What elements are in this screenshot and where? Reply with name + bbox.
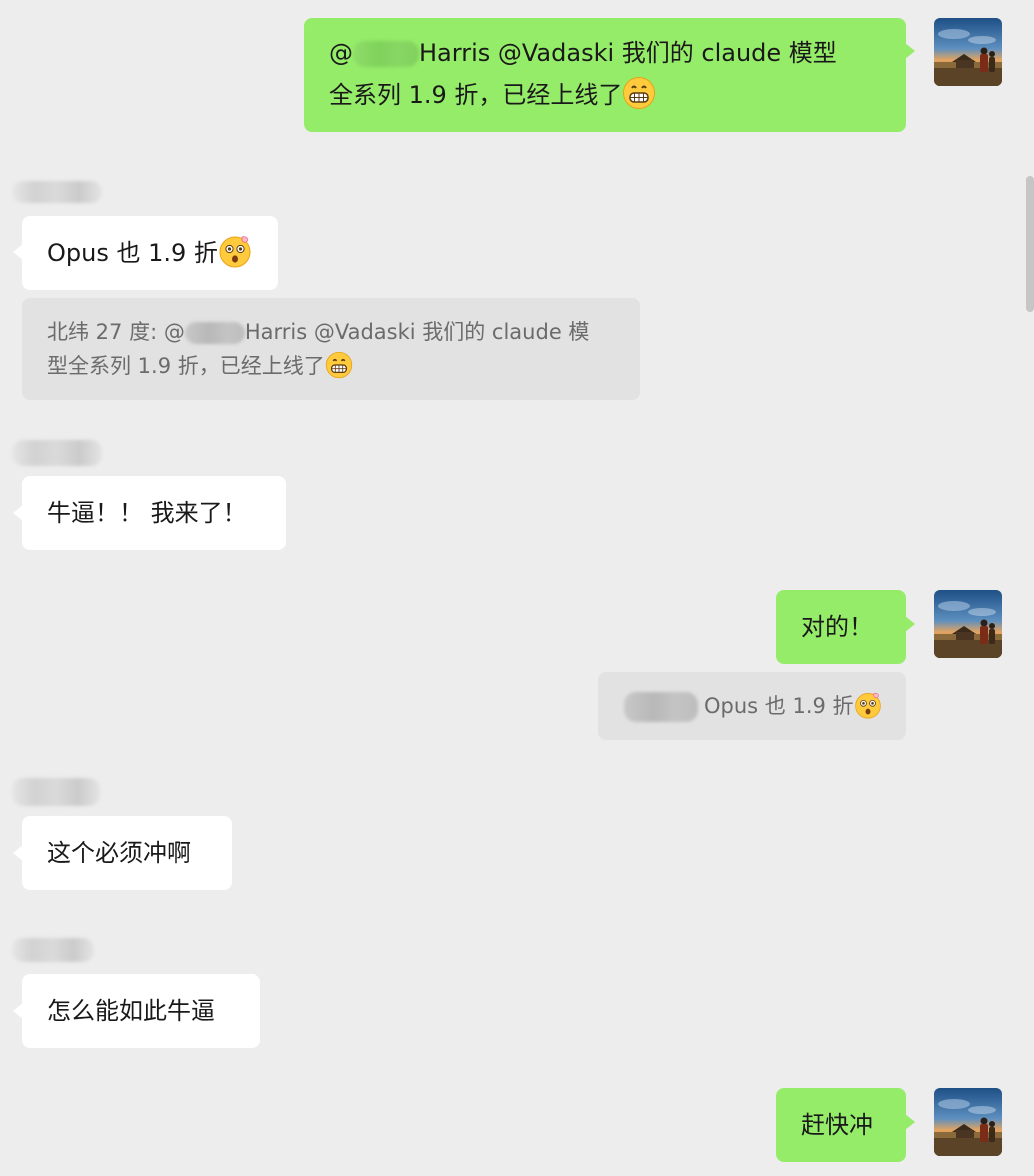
quote-text: 型全系列 1.9 折，已经上线了 xyxy=(47,354,325,378)
message-bubble[interactable]: 这个必须冲啊 xyxy=(22,816,232,890)
message-text: 全系列 1.9 折，已经上线了 xyxy=(329,81,623,109)
message-bubble[interactable]: 对的！ xyxy=(776,590,906,664)
grinning-face-emoji-icon xyxy=(325,351,353,379)
quote-sender: 北纬 27 度: @ xyxy=(47,320,185,344)
message-bubble[interactable]: @ Harris @Vadaski 我们的 claude 模型 全系列 1.9 折… xyxy=(304,18,906,132)
quoted-message[interactable]: Opus 也 1.9 折 xyxy=(598,672,906,740)
quote-text: Opus 也 1.9 折 xyxy=(704,694,854,718)
user-avatar[interactable] xyxy=(934,18,1002,86)
astonished-face-emoji-icon xyxy=(854,691,882,719)
message-text: 赶快冲 xyxy=(801,1111,873,1139)
bubble-tail xyxy=(905,1114,915,1130)
sender-name-redacted xyxy=(12,440,102,466)
message-bubble[interactable]: 赶快冲 xyxy=(776,1088,906,1162)
message-line: @ Harris @Vadaski 我们的 claude 模型 xyxy=(329,32,906,74)
user-avatar[interactable] xyxy=(934,590,1002,658)
quoted-message[interactable]: 北纬 27 度: @ Harris @Vadaski 我们的 claude 模 型… xyxy=(22,298,640,400)
redacted-name xyxy=(184,322,245,344)
quote-text: Harris @Vadaski 我们的 claude 模 xyxy=(244,320,590,344)
message-text: 对的！ xyxy=(801,613,873,641)
quote-line: 型全系列 1.9 折，已经上线了 xyxy=(47,349,640,383)
message-text: Opus 也 1.9 折 xyxy=(47,239,218,267)
astonished-face-emoji-icon xyxy=(218,234,252,268)
sender-name-redacted xyxy=(12,938,94,962)
message-bubble[interactable]: 怎么能如此牛逼 xyxy=(22,974,260,1048)
grinning-face-emoji-icon xyxy=(622,76,656,110)
sender-name-redacted xyxy=(12,778,100,806)
message-line: 全系列 1.9 折，已经上线了 xyxy=(329,74,906,116)
quote-line: 北纬 27 度: @ Harris @Vadaski 我们的 claude 模 xyxy=(47,315,640,349)
redacted-name xyxy=(624,692,698,722)
mention-prefix: @ xyxy=(329,39,353,67)
scrollbar[interactable] xyxy=(1026,176,1034,312)
bubble-tail xyxy=(905,616,915,632)
sender-name-redacted xyxy=(12,181,102,203)
message-text: 牛逼！！ 我来了！ xyxy=(47,499,247,527)
message-text: 怎么能如此牛逼 xyxy=(47,997,215,1025)
message-bubble[interactable]: Opus 也 1.9 折 xyxy=(22,216,278,290)
avatar-image xyxy=(934,18,1002,86)
user-avatar[interactable] xyxy=(934,1088,1002,1156)
redacted-name xyxy=(353,41,419,67)
message-bubble[interactable]: 牛逼！！ 我来了！ xyxy=(22,476,286,550)
message-text: 这个必须冲啊 xyxy=(47,839,191,867)
bubble-tail xyxy=(905,43,915,59)
avatar-image xyxy=(934,590,1002,658)
message-text: Harris @Vadaski 我们的 claude 模型 xyxy=(419,39,837,67)
avatar-image xyxy=(934,1088,1002,1156)
